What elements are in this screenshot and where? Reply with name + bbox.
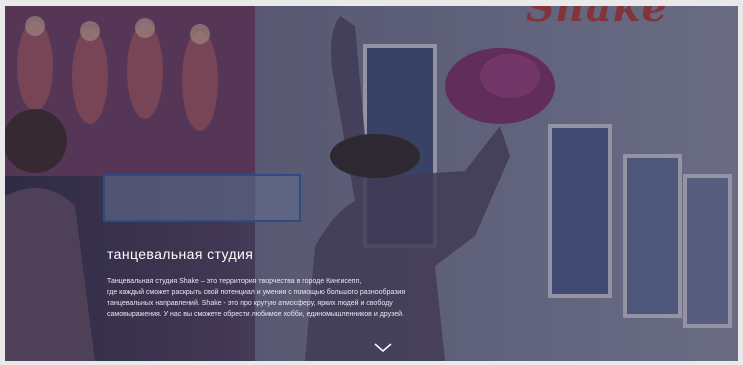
hero-description-line: танцевальных направлений. Shake - это пр… [107, 300, 393, 307]
scroll-down-button[interactable] [373, 341, 393, 353]
hero-description: Танцевальная студия Shake – это территор… [107, 276, 527, 320]
hero-description-line: где каждый сможет раскрыть свой потенциа… [107, 289, 406, 296]
chevron-down-icon [374, 343, 392, 352]
page-title: танцевальная студия [107, 246, 254, 262]
hero-description-line: самовыражения. У нас вы сможете обрести … [107, 311, 404, 318]
hero-section: Shake танцевальная студия Танцевальная с… [5, 6, 738, 361]
hero-description-line: Танцевальная студия Shake – это территор… [107, 278, 362, 285]
logo-placeholder [103, 174, 301, 222]
